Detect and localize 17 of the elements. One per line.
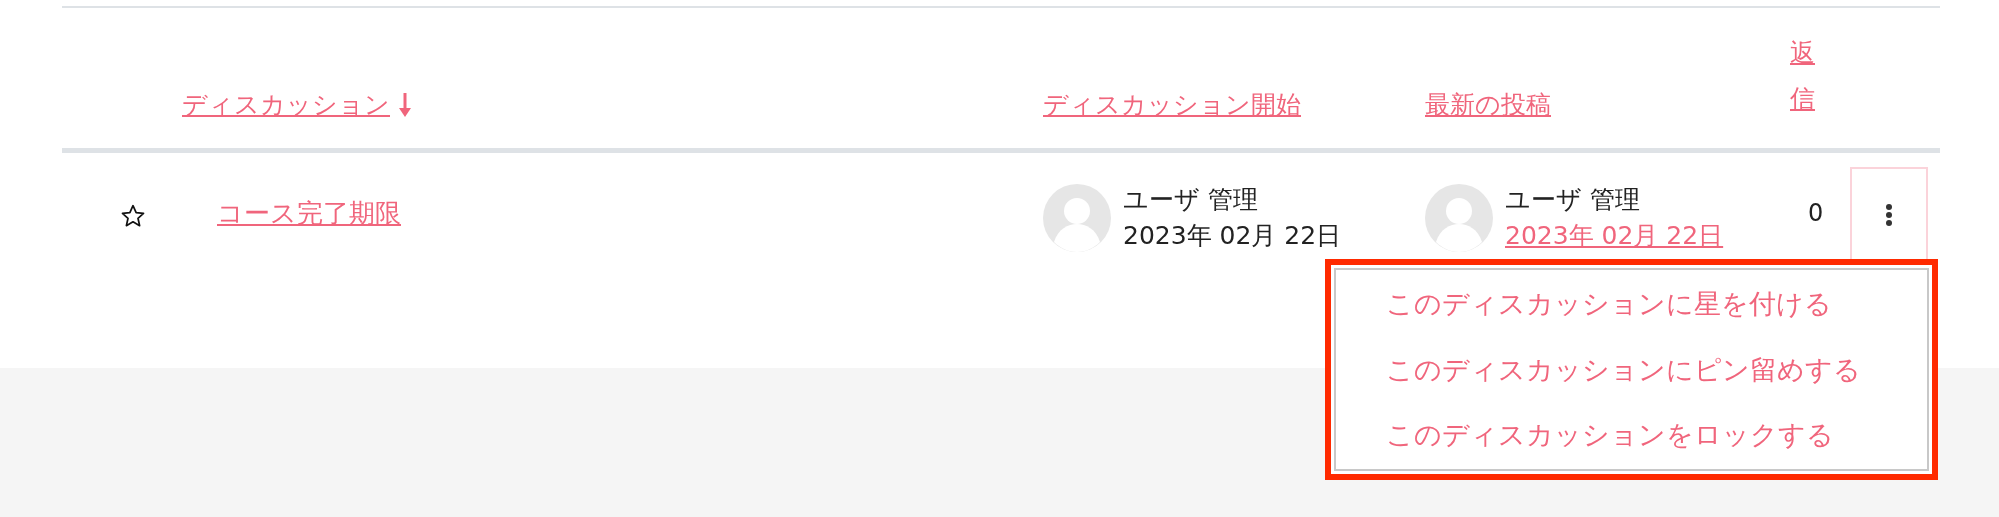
- user-name: ユーザ 管理: [1505, 183, 1641, 216]
- user-name: ユーザ 管理: [1123, 183, 1259, 216]
- column-header-link[interactable]: 最新の投稿: [1425, 87, 1551, 122]
- post-date-link[interactable]: 2023年 02月 22日: [1505, 220, 1724, 253]
- menu-item[interactable]: このディスカッションをロックする: [1386, 412, 1927, 459]
- avatar-icon: [1425, 184, 1493, 252]
- column-header-link[interactable]: ディスカッション: [182, 87, 390, 122]
- menu-item[interactable]: このディスカッションに星を付ける: [1386, 280, 1927, 327]
- avatar-icon: [1043, 184, 1111, 252]
- column-header-link[interactable]: 返信: [1790, 29, 1815, 122]
- kebab-icon: [1885, 203, 1893, 227]
- post-date: 2023年 02月 22日: [1123, 220, 1342, 252]
- reply-count: 0: [1808, 199, 1824, 227]
- star-icon[interactable]: [120, 203, 146, 229]
- menu-item[interactable]: このディスカッションにピン留めする: [1386, 346, 1927, 393]
- discussion-link[interactable]: コース完了期限: [217, 195, 401, 231]
- column-header-link[interactable]: ディスカッション開始: [1043, 87, 1301, 122]
